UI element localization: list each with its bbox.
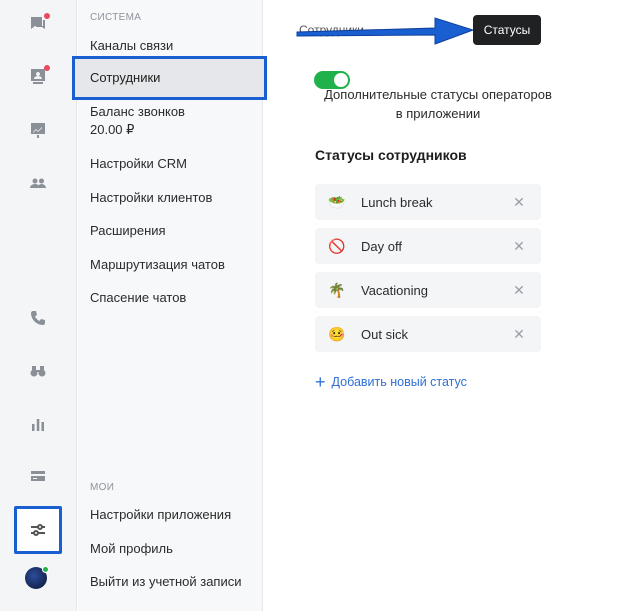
menu-item-call-balance[interactable]: Баланс звонков 20.00 ₽ <box>90 103 185 139</box>
prohibited-icon: 🚫 <box>328 237 346 254</box>
avatar[interactable] <box>25 566 49 589</box>
balance-value: 20.00 ₽ <box>90 122 135 137</box>
sick-face-icon: 🤒 <box>328 325 346 342</box>
analytics-board-icon[interactable] <box>24 116 52 144</box>
menu-section-my: МОИ <box>90 482 115 493</box>
status-label: Out sick <box>361 326 408 342</box>
menu-item-label: Баланс звонков <box>90 104 185 119</box>
menu-section-system: СИСТЕМА <box>90 12 142 23</box>
phone-icon[interactable] <box>24 304 52 332</box>
menu-item-chat-rescue[interactable]: Спасение чатов <box>90 289 186 307</box>
add-status-label: Добавить новый статус <box>331 375 467 389</box>
pointer-arrow-icon <box>296 17 475 45</box>
main-content: Сотрудники Статусы Дополнительные статус… <box>263 0 627 611</box>
toggle-label: Дополнительные статусы операторов в прил… <box>324 87 552 121</box>
settings-menu: СИСТЕМА Каналы связи Сотрудники Баланс з… <box>72 0 267 611</box>
menu-item-chat-routing[interactable]: Маршрутизация чатов <box>90 256 225 274</box>
statuses-tooltip: Статусы <box>473 15 541 45</box>
status-row[interactable]: 🚫 Day off ✕ <box>315 228 541 264</box>
menu-item-client-settings[interactable]: Настройки клиентов <box>90 189 212 207</box>
remove-status-icon[interactable]: ✕ <box>511 282 527 299</box>
menu-item-employees[interactable]: Сотрудники <box>72 56 267 100</box>
salad-icon: 🥗 <box>328 193 346 210</box>
status-label: Vacationing <box>361 282 428 298</box>
online-indicator <box>42 566 49 573</box>
menu-item-label: Сотрудники <box>90 70 161 85</box>
menu-item-crm-settings[interactable]: Настройки CRM <box>90 155 187 173</box>
menu-item-extensions[interactable]: Расширения <box>90 222 166 240</box>
remove-status-icon[interactable]: ✕ <box>511 326 527 343</box>
palm-tree-icon: 🌴 <box>328 281 346 298</box>
remove-status-icon[interactable]: ✕ <box>511 238 527 255</box>
status-label: Day off <box>361 238 402 254</box>
menu-item-my-profile[interactable]: Мой профиль <box>90 540 173 558</box>
menu-item-logout[interactable]: Выйти из учетной записи <box>90 573 242 591</box>
menu-item-app-settings[interactable]: Настройки приложения <box>90 506 231 524</box>
status-row[interactable]: 🥗 Lunch break ✕ <box>315 184 541 220</box>
menu-item-channels[interactable]: Каналы связи <box>90 37 173 55</box>
section-title: Статусы сотрудников <box>315 147 467 163</box>
billing-card-icon[interactable] <box>24 462 52 490</box>
status-label: Lunch break <box>361 194 433 210</box>
contacts-icon[interactable] <box>24 62 52 90</box>
settings-sliders-icon[interactable] <box>14 506 62 554</box>
chats-icon[interactable] <box>24 10 52 38</box>
notification-badge <box>44 65 50 71</box>
status-row[interactable]: 🤒 Out sick ✕ <box>315 316 541 352</box>
remove-status-icon[interactable]: ✕ <box>511 194 527 211</box>
add-status-button[interactable]: + Добавить новый статус <box>315 373 467 391</box>
status-row[interactable]: 🌴 Vacationing ✕ <box>315 272 541 308</box>
binoculars-icon[interactable] <box>24 357 52 385</box>
notification-badge <box>44 13 50 19</box>
bar-chart-icon[interactable] <box>24 410 52 438</box>
team-icon[interactable] <box>24 169 52 197</box>
icon-rail <box>0 0 77 611</box>
plus-icon: + <box>315 372 326 392</box>
